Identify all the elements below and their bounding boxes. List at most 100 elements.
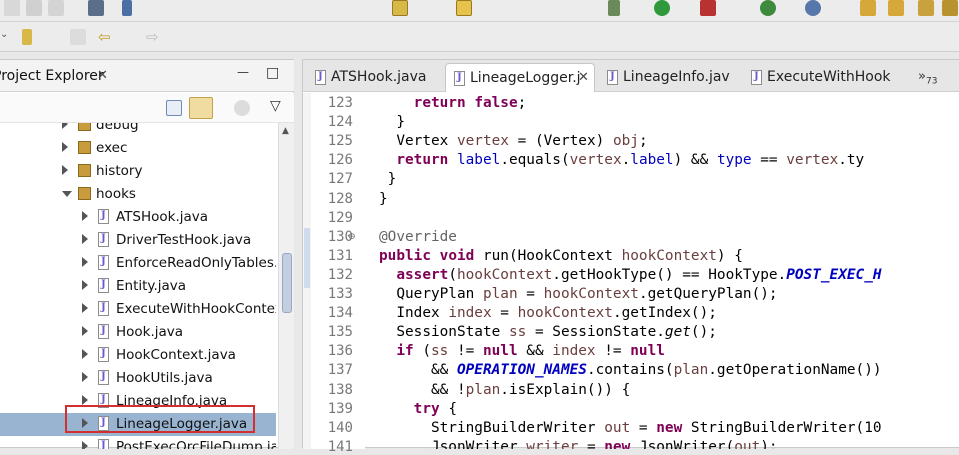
wand-icon[interactable]	[918, 0, 934, 16]
code-line[interactable]: if (ss != null && index != null	[379, 343, 665, 359]
chevron-right-icon[interactable]	[62, 123, 68, 129]
code-line[interactable]: && OPERATION_NAMES.contains(plan.getOper…	[379, 362, 882, 378]
maximize-icon[interactable]: □	[266, 65, 279, 81]
code-token: false	[474, 95, 518, 111]
tree-item[interactable]: hooks	[0, 183, 276, 206]
tree-item[interactable]: debug	[0, 123, 276, 137]
code-area[interactable]: return false; } Vertex vertex = (Vertex)…	[365, 93, 959, 449]
chevron-down-icon[interactable]: ⌄	[0, 29, 16, 45]
code-line[interactable]: }	[379, 114, 405, 130]
code-token: && !	[379, 381, 466, 398]
filter-icon[interactable]	[234, 100, 250, 116]
tree-item[interactable]: Entity.java	[0, 275, 276, 298]
tree-item[interactable]: DriverTestHook.java	[0, 229, 276, 252]
fold-toggle-icon[interactable]: ⊖	[348, 232, 356, 242]
toggle-mark-icon[interactable]	[392, 0, 408, 16]
chevron-right-icon[interactable]	[82, 234, 88, 244]
java-file-icon	[98, 209, 109, 224]
code-token: return	[413, 95, 466, 111]
highlight-icon[interactable]	[456, 0, 472, 16]
tree-item-label: Hook.java	[116, 324, 184, 340]
code-token: = SessionState.	[526, 324, 665, 341]
explorer-view-tab[interactable]: Project Explorer ✕ — □	[0, 60, 294, 92]
debug-icon[interactable]	[608, 0, 620, 16]
code-line[interactable]: return label.equals(vertex.label) && typ…	[379, 152, 864, 168]
chevron-right-icon[interactable]	[82, 349, 88, 359]
tree-item[interactable]: HookContext.java	[0, 344, 276, 367]
scrollbar-thumb[interactable]	[282, 253, 292, 313]
chevron-right-icon[interactable]	[62, 165, 68, 175]
tree-item[interactable]: ExecuteWithHookContex	[0, 298, 276, 321]
editor-tab[interactable]: LineageInfo.jav	[599, 63, 739, 92]
code-token: out	[604, 419, 631, 436]
tree-item[interactable]: HookUtils.java	[0, 367, 276, 390]
save-icon[interactable]	[26, 0, 42, 16]
pen-icon[interactable]	[942, 0, 958, 16]
code-line[interactable]: Vertex vertex = (Vertex) obj;	[379, 133, 647, 149]
open-type-icon[interactable]	[860, 0, 876, 16]
editor-tab[interactable]: ExecuteWithHook	[743, 63, 893, 92]
code-line[interactable]: }	[379, 171, 397, 187]
tab-overflow-button[interactable]: »73	[918, 69, 937, 87]
external-tools-icon[interactable]	[700, 0, 716, 16]
chevron-right-icon[interactable]	[82, 280, 88, 290]
globe-icon[interactable]	[805, 0, 821, 16]
code-token: .	[621, 152, 631, 169]
chevron-down-icon[interactable]	[62, 191, 72, 197]
tree-item-label: ATSHook.java	[116, 209, 209, 225]
code-line[interactable]: @Override	[379, 229, 457, 245]
chevron-right-icon[interactable]	[82, 211, 88, 221]
code-line[interactable]: try {	[379, 401, 457, 417]
chevron-right-icon[interactable]	[82, 303, 88, 313]
code-line[interactable]: SessionState ss = SessionState.get();	[379, 324, 717, 340]
code-line[interactable]: JsonWriter writer = new JsonWriter(out);	[379, 439, 778, 449]
code-token: get	[664, 324, 691, 341]
editor-tab[interactable]: ATSHook.java	[307, 63, 445, 92]
code-token: public	[379, 247, 431, 264]
search-icon[interactable]	[122, 0, 132, 16]
scroll-up-icon[interactable]: ▲	[282, 126, 289, 136]
save-all-icon[interactable]	[48, 0, 64, 16]
print-icon[interactable]	[88, 0, 104, 16]
new-icon[interactable]	[4, 0, 20, 16]
code-line[interactable]: && !plan.isExplain()) {	[379, 382, 630, 398]
close-icon[interactable]: ✕	[97, 68, 108, 83]
new-class-icon[interactable]	[760, 0, 776, 16]
tree-item[interactable]: PostExecOrcFileDump.jav	[0, 436, 276, 449]
minimize-icon[interactable]: —	[237, 65, 249, 79]
explorer-scrollbar[interactable]: ▲	[278, 123, 294, 449]
collapse-all-icon[interactable]	[166, 100, 182, 116]
editor-tab[interactable]: LineageLogger.j✕	[445, 63, 595, 92]
tree-item[interactable]: exec	[0, 137, 276, 160]
code-line[interactable]: assert(hookContext.getHookType() == Hook…	[379, 267, 881, 283]
code-token: new	[604, 438, 631, 449]
tree-item-label: DriverTestHook.java	[116, 232, 252, 248]
code-line[interactable]: StringBuilderWriter out = new StringBuil…	[379, 420, 882, 436]
code-line[interactable]: }	[379, 191, 388, 207]
close-icon[interactable]: ✕	[578, 70, 589, 85]
code-line[interactable]: public void run(HookContext hookContext)…	[379, 248, 743, 264]
run-icon[interactable]	[654, 0, 670, 16]
tree-item[interactable]: history	[0, 160, 276, 183]
tree-item[interactable]: Hook.java	[0, 321, 276, 344]
open-task-icon[interactable]	[888, 0, 904, 16]
chevron-right-icon[interactable]	[82, 326, 88, 336]
code-line[interactable]: QueryPlan plan = hookContext.getQueryPla…	[379, 286, 777, 302]
tree-item[interactable]: EnforceReadOnlyTables.j	[0, 252, 276, 275]
chevron-right-icon[interactable]	[82, 395, 88, 405]
chevron-right-icon[interactable]	[82, 257, 88, 267]
link-with-editor-icon[interactable]	[189, 97, 213, 119]
view-menu-icon[interactable]: ▽	[270, 98, 281, 114]
code-token: =	[491, 305, 518, 322]
back-icon[interactable]: ⇦	[98, 29, 114, 45]
chevron-right-icon[interactable]	[82, 372, 88, 382]
chevron-right-icon[interactable]	[62, 142, 68, 152]
code-line[interactable]: return false;	[379, 95, 527, 111]
next-annotation-icon[interactable]	[22, 29, 32, 45]
code-token: hookContext	[543, 286, 639, 302]
secondary-toolbar: ⌄ ⇦ ⇨	[0, 22, 959, 52]
code-token: plan	[465, 381, 501, 398]
tree-item[interactable]: ATSHook.java	[0, 206, 276, 229]
code-line[interactable]: Index index = hookContext.getIndex();	[379, 305, 717, 321]
